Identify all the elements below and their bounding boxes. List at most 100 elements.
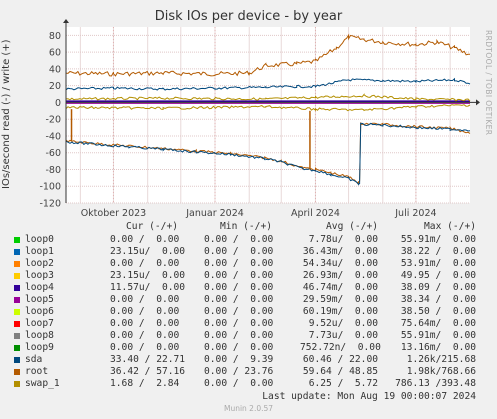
legend-value-min: 0.00 / 0.00 xyxy=(204,342,274,353)
legend-value-avg: 752.72n/ 0.00 xyxy=(300,342,381,353)
legend-swatch xyxy=(14,321,20,327)
legend-series-name: loop7 xyxy=(25,318,54,329)
legend-value-avg: 59.64 / 48.85 xyxy=(302,366,378,377)
legend-value-min: 0.00 / 0.00 xyxy=(204,330,274,341)
legend-value-avg: 36.43m/ 0.00 xyxy=(302,246,378,257)
legend-value-cur: 0.00 / 0.00 xyxy=(110,234,180,245)
legend-swatch xyxy=(14,309,20,315)
legend-row-loop9: loop9 0.00 / 0.00 0.00 / 0.00 752.72n/ 0.00… xyxy=(0,342,497,354)
x-tick-label: Januar 2024 xyxy=(185,208,244,219)
legend-swatch xyxy=(14,357,20,363)
legend-header-max: Max (-/+) xyxy=(424,221,476,232)
legend-value-max: 38.09 / 0.00 xyxy=(400,282,476,293)
legend-swatch xyxy=(14,285,20,291)
legend-series-name: loop2 xyxy=(25,258,54,269)
plot-area xyxy=(66,27,470,203)
y-tick-label: 40 xyxy=(49,64,61,75)
y-tick-label: -20 xyxy=(45,115,61,126)
legend-row-loop5: loop5 0.00 / 0.00 0.00 / 0.00 29.59m/ 0.00 3… xyxy=(0,294,497,306)
legend-row-loop3: loop3 23.15u/ 0.00 0.00 / 0.00 26.93m/ 0.00… xyxy=(0,270,497,282)
legend-swatch xyxy=(14,261,20,267)
legend-value-max: 55.91m/ 0.00 xyxy=(400,234,476,245)
legend-row-loop4: loop4 11.57u/ 0.00 0.00 / 0.00 46.74m/ 0.00… xyxy=(0,282,497,294)
x-axis-arrow xyxy=(476,99,480,106)
legend-header-cur: Cur (-/+) xyxy=(126,221,178,232)
legend-value-min: 0.00 / 23.76 xyxy=(204,366,274,377)
y-tick-label: 80 xyxy=(49,31,61,42)
legend-row-loop7: loop7 0.00 / 0.00 0.00 / 0.00 9.52u/ 0.00 75… xyxy=(0,318,497,330)
legend-value-cur: 0.00 / 0.00 xyxy=(110,318,180,329)
y-tick-label: 20 xyxy=(49,81,61,92)
legend-value-min: 0.00 / 0.00 xyxy=(204,258,274,269)
legend-value-cur: 0.00 / 0.00 xyxy=(110,306,180,317)
legend-series-name: loop8 xyxy=(25,330,54,341)
legend-value-cur: 0.00 / 0.00 xyxy=(110,294,180,305)
legend-series-name: loop0 xyxy=(25,234,54,245)
legend-value-avg: 7.73u/ 0.00 xyxy=(308,330,378,341)
chart-plot: 80 60 40 20 0 -20 -40 -60 -80 -100 -120 Oktober 202… xyxy=(39,19,480,219)
legend-series-name: loop6 xyxy=(25,306,54,317)
legend-swatch xyxy=(14,369,20,375)
legend-value-min: 0.00 / 0.00 xyxy=(204,306,274,317)
legend-series-name: loop9 xyxy=(25,342,54,353)
y-tick-label: -40 xyxy=(45,131,61,142)
legend-value-cur: 33.40 / 22.71 xyxy=(110,354,186,365)
legend-value-cur: 11.57u/ 0.00 xyxy=(110,282,186,293)
legend-series-name: loop4 xyxy=(25,282,54,293)
legend-value-cur: 23.15u/ 0.00 xyxy=(110,246,186,257)
y-tick-label: -80 xyxy=(45,165,61,176)
legend-row-swap-1: swap_1 1.68 / 2.84 0.00 / 0.00 6.25 / 5.72 7… xyxy=(0,378,497,390)
legend-swatch xyxy=(14,345,20,351)
legend-row-root: root 36.42 / 57.16 0.00 / 23.76 59.64 / 48.… xyxy=(0,366,497,378)
legend-value-max: 38.50 / 0.00 xyxy=(400,306,476,317)
x-tick-label: Juli 2024 xyxy=(394,208,436,219)
legend-value-avg: 7.78u/ 0.00 xyxy=(308,234,378,245)
last-update: Last update: Mon Aug 19 00:00:07 2024 xyxy=(262,391,476,402)
legend-value-cur: 36.42 / 57.16 xyxy=(110,366,186,377)
x-tick-label: Oktober 2023 xyxy=(81,208,147,219)
legend-value-avg: 60.46 / 22.00 xyxy=(302,354,378,365)
legend-value-min: 0.00 / 0.00 xyxy=(204,270,274,281)
legend-value-max: 75.64m/ 0.00 xyxy=(400,318,476,329)
legend-value-min: 0.00 / 0.00 xyxy=(204,318,274,329)
legend-value-min: 0.00 / 0.00 xyxy=(204,282,274,293)
legend-series-name: loop1 xyxy=(25,246,54,257)
legend-value-avg: 46.74m/ 0.00 xyxy=(302,282,378,293)
legend-value-avg: 9.52u/ 0.00 xyxy=(308,318,378,329)
legend-value-max: 53.91m/ 0.00 xyxy=(400,258,476,269)
legend-value-max: 55.91m/ 0.00 xyxy=(400,330,476,341)
legend-value-avg: 26.93m/ 0.00 xyxy=(302,270,378,281)
legend-value-min: 0.00 / 0.00 xyxy=(204,234,274,245)
y-tick-label: -60 xyxy=(45,148,61,159)
legend-value-cur: 0.00 / 0.00 xyxy=(110,330,180,341)
legend-value-max: 1.26k/215.68 xyxy=(406,354,476,365)
legend-value-max: 1.98k/768.66 xyxy=(406,366,476,377)
legend-row-loop0: loop0 0.00 / 0.00 0.00 / 0.00 7.78u/ 0.00 55… xyxy=(0,234,497,246)
legend-series-name: root xyxy=(25,366,49,377)
legend-value-avg: 29.59m/ 0.00 xyxy=(302,294,378,305)
x-tick-label: April 2024 xyxy=(291,208,340,219)
legend-row-loop8: loop8 0.00 / 0.00 0.00 / 0.00 7.73u/ 0.00 55… xyxy=(0,330,497,342)
legend-row-loop1: loop1 23.15u/ 0.00 0.00 / 0.00 36.43m/ 0.00… xyxy=(0,246,497,258)
legend-swatch xyxy=(14,297,20,303)
y-tick-label: -100 xyxy=(39,182,61,193)
legend-swatch xyxy=(14,273,20,279)
legend-value-cur: 1.68 / 2.84 xyxy=(110,378,180,389)
legend-value-min: 0.00 / 0.00 xyxy=(204,294,274,305)
y-tick-label: 0 xyxy=(55,98,61,109)
legend-value-cur: 23.15u/ 0.00 xyxy=(110,270,186,281)
y-tick-label: 60 xyxy=(49,48,61,59)
legend-value-avg: 6.25 / 5.72 xyxy=(308,378,378,389)
legend-value-min: 0.00 / 9.39 xyxy=(204,354,274,365)
legend-row-sda: sda 33.40 / 22.71 0.00 / 9.39 60.46 / 22.00… xyxy=(0,354,497,366)
legend-swatch xyxy=(14,333,20,339)
legend-swatch xyxy=(14,237,20,243)
legend-swatch xyxy=(14,381,20,387)
legend-row-loop6: loop6 0.00 / 0.00 0.00 / 0.00 60.19m/ 0.00 3… xyxy=(0,306,497,318)
munin-version: Munin 2.0.57 xyxy=(223,404,274,413)
y-tick-label: -120 xyxy=(39,199,61,210)
legend-header-avg: Avg (-/+) xyxy=(326,221,378,232)
legend-value-cur: 0.00 / 0.00 xyxy=(110,342,180,353)
legend-header-min: Min (-/+) xyxy=(220,221,272,232)
legend-series-name: loop5 xyxy=(25,294,54,305)
